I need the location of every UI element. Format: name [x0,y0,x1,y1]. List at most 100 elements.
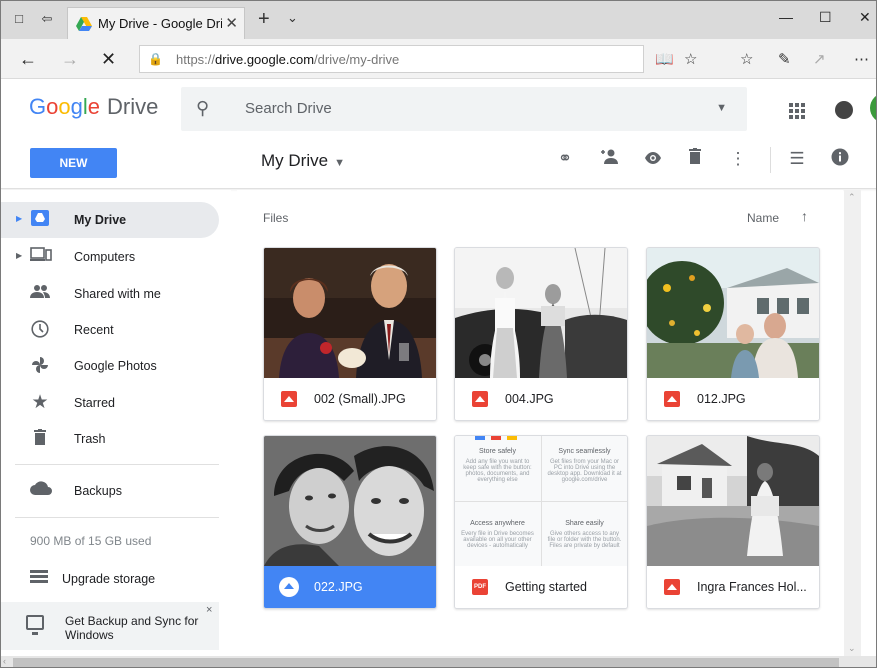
search-icon[interactable]: ⚲ [196,98,209,119]
url-text: https://drive.google.com/drive/my-drive [176,52,400,67]
star-icon: ★ [31,392,49,413]
scroll-up-icon[interactable]: ⌃ [848,192,856,203]
title-bar: □ ⇦ My Drive - Google Drive ✕ + ⌄ — ☐ ✕ [1,1,876,39]
file-card[interactable]: Store safely Add any file you want to kee… [454,435,628,609]
pdf-file-icon: PDF [472,579,488,595]
close-icon[interactable]: × [206,604,212,616]
list-view-icon[interactable]: ☰ [786,148,808,170]
section-heading: Files [263,211,289,225]
trash-icon[interactable] [684,148,706,170]
file-name: 002 (Small).JPG [314,392,406,406]
image-file-icon [281,391,297,407]
horizontal-scrollbar[interactable]: ‹ [1,656,876,667]
storage-icon [30,570,48,588]
back-icon[interactable]: ← [19,49,37,70]
dropdown-caret-icon: ▼ [334,157,345,169]
sidebar-item-starred[interactable]: ★ Starred [1,385,219,421]
search-box[interactable]: ⚲ Search Drive ▼ [181,87,747,131]
sidebar-item-computers[interactable]: ▶ Computers [1,239,219,275]
share-person-icon[interactable] [598,148,620,170]
tab-title: My Drive - Google Drive [98,16,222,31]
storage-usage: 900 MB of 15 GB used [30,534,152,548]
upgrade-storage-link[interactable]: Upgrade storage [1,564,219,594]
address-bar: ← → ✕ 🔒 https://drive.google.com/drive/m… [1,39,876,79]
notifications-icon[interactable] [835,101,853,119]
web-note-icon[interactable]: ✎ [778,50,791,68]
tab-preview-chevron-icon[interactable]: ⌄ [287,10,298,26]
toolbar-divider [770,147,771,173]
scrollbar-thumb[interactable] [13,658,839,667]
sidebar-item-backups[interactable]: Backups [1,473,219,509]
expand-arrow-icon[interactable]: ▶ [16,214,22,223]
photo-thumbnail [264,436,436,566]
scroll-down-icon[interactable]: ⌄ [848,643,856,654]
more-actions-icon[interactable]: ⋮ [727,148,749,170]
maximize-icon[interactable]: ☐ [819,9,832,26]
sidebar: ▶ My Drive ▶ Computers Shared with me Re… [1,190,231,667]
link-icon[interactable]: ⚭ [554,148,576,170]
new-tab-button[interactable]: + [258,8,270,31]
sidebar-item-recent[interactable]: Recent [1,312,219,348]
url-field[interactable]: 🔒 https://drive.google.com/drive/my-driv… [139,45,644,73]
sidebar-item-google-photos[interactable]: Google Photos [1,348,219,384]
sort-name-button[interactable]: Name [747,211,779,225]
file-area: Files Name ↑ 002 (Small).JPG 004.JPG 012… [237,190,843,656]
share-icon[interactable]: ↗ [813,50,826,68]
search-input[interactable]: Search Drive [245,100,332,117]
apps-grid-icon[interactable] [789,103,805,119]
file-name: 004.JPG [505,392,554,406]
google-drive-logo[interactable]: Google Drive [29,94,158,120]
photo-thumbnail [264,248,436,378]
sidebar-item-shared[interactable]: Shared with me [1,276,219,312]
preview-eye-icon[interactable] [642,148,664,170]
photo-thumbnail [647,248,819,378]
file-card[interactable]: 002 (Small).JPG [263,247,437,421]
favorites-hub-icon[interactable]: ☆ [740,50,753,68]
lock-icon: 🔒 [148,52,163,66]
scroll-left-icon[interactable]: ‹ [3,656,6,666]
file-card-selected[interactable]: 022.JPG [263,435,437,609]
backup-sync-promo[interactable]: Get Backup and Sync for Windows × [1,602,219,650]
file-name: Getting started [505,580,587,594]
file-name: Ingra Frances Hol... [697,580,807,594]
drive-icon [30,210,50,230]
file-card[interactable]: 012.JPG [646,247,820,421]
location-dropdown[interactable]: My Drive ▼ [261,151,345,171]
sidebar-divider [15,517,219,518]
image-file-icon [472,391,488,407]
file-card[interactable]: 004.JPG [454,247,628,421]
image-file-icon [664,579,680,595]
vertical-scrollbar[interactable]: ⌃ ⌄ [844,190,861,656]
browser-window: □ ⇦ My Drive - Google Drive ✕ + ⌄ — ☐ ✕ … [0,0,877,668]
file-name: 012.JPG [697,392,746,406]
tab-restore-icon[interactable]: ⇦ [39,11,55,27]
reading-view-icon[interactable]: 📖 [655,50,674,68]
sidebar-item-my-drive[interactable]: ▶ My Drive [1,202,219,238]
sidebar-item-trash[interactable]: Trash [1,421,219,457]
photo-thumbnail [455,248,627,378]
drive-favicon-icon [76,17,92,31]
sort-direction-icon[interactable]: ↑ [801,208,808,224]
window-close-icon[interactable]: ✕ [859,9,871,26]
info-icon[interactable] [829,148,851,170]
more-icon[interactable]: ⋯ [854,50,869,68]
favorite-star-icon[interactable]: ☆ [684,50,697,68]
computers-icon [30,247,52,267]
search-options-icon[interactable]: ▼ [716,102,727,114]
document-thumbnail: Store safely Add any file you want to kee… [455,436,627,566]
forward-icon[interactable]: → [61,49,79,70]
image-file-icon [664,391,680,407]
expand-arrow-icon[interactable]: ▶ [16,251,22,260]
trash-icon [30,429,50,449]
browser-tab[interactable]: My Drive - Google Drive ✕ [67,7,245,39]
file-name: 022.JPG [314,580,363,594]
minimize-icon[interactable]: — [779,9,793,25]
drive-header: Google Drive ⚲ Search Drive ▼ NEW My Driv… [1,79,876,189]
tab-close-icon[interactable]: ✕ [225,14,238,32]
file-card[interactable]: Ingra Frances Hol... [646,435,820,609]
cloud-icon [30,481,52,501]
new-button[interactable]: NEW [30,148,117,178]
tab-set-aside-icon[interactable]: □ [11,11,27,27]
stop-icon[interactable]: ✕ [101,49,116,70]
avatar[interactable] [870,93,876,123]
